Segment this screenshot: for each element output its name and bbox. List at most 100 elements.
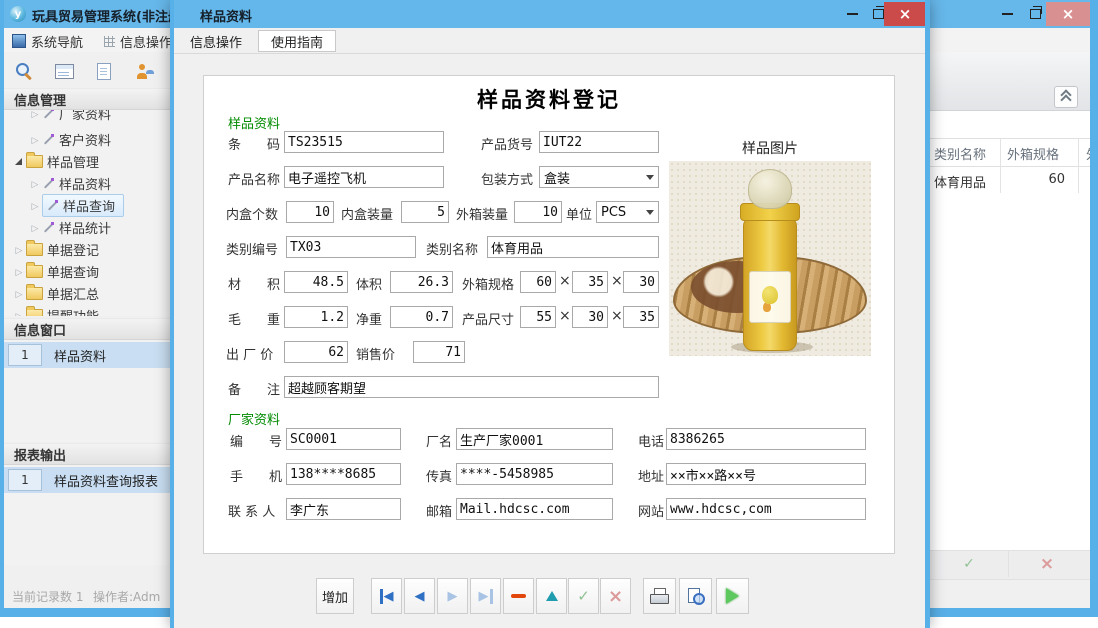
label-product-name: 产品名称 [228,169,280,188]
main-restore-button[interactable] [1024,7,1046,21]
document-button[interactable] [86,56,122,86]
grid-cell-category[interactable]: 体育用品 [934,172,986,191]
tree-item-factory-data[interactable]: 厂家资料 [4,110,170,124]
check-icon [577,587,590,605]
grid-header-carton-spec[interactable]: 外箱规格 [1007,144,1059,163]
nav-prev-button[interactable] [404,578,435,614]
vendor-name-input[interactable] [456,428,613,450]
cat-no-input[interactable] [286,236,416,258]
product-no-input[interactable] [539,131,659,153]
delete-record-button[interactable] [503,578,534,614]
tab-info-operation[interactable]: 信息操作 [98,30,178,52]
tree-item-order-summary[interactable]: 单据汇总 [4,282,170,304]
sidebar-section-info-management[interactable]: 信息管理 [4,88,170,110]
address-input[interactable] [666,463,866,485]
info-window-item[interactable]: 1 样品资料 [4,342,170,368]
nav-last-button[interactable] [470,578,501,614]
website-input[interactable] [666,498,866,520]
tree-item-order-query[interactable]: 单据查询 [4,260,170,282]
nav-next-icon [448,589,458,604]
fax-input[interactable] [456,463,613,485]
nav-next-button[interactable] [437,578,468,614]
expander-icon [28,198,42,213]
printer-icon [650,588,669,604]
tree-label: 样品统计 [59,218,111,237]
grid-cancel-button[interactable] [1008,551,1086,577]
carton-size-l-input[interactable] [520,271,556,293]
remark-input[interactable] [284,376,659,398]
carton-size-w-input[interactable] [572,271,608,293]
product-size-h-input[interactable] [623,306,659,328]
x-icon [608,586,623,607]
tree-item-sample-query[interactable]: 样品查询 [4,194,170,216]
window-border-left [0,0,4,617]
product-size-w-input[interactable] [572,306,608,328]
product-size-l-input[interactable] [520,306,556,328]
main-minimize-button[interactable] [996,7,1018,21]
grid-header-category-name[interactable]: 类别名称 [934,144,986,163]
inner-qty-input[interactable] [286,201,334,223]
status-operator: 操作者:Adm [93,588,160,605]
edit-record-button[interactable] [536,578,567,614]
volume-input[interactable] [390,271,453,293]
sample-picture [669,161,871,356]
dialog-minimize-button[interactable] [842,7,862,21]
minimize-icon [1002,13,1013,15]
section-label-sample: 样品资料 [228,113,280,132]
report-item[interactable]: 1 样品资料查询报表 [4,467,170,493]
expander-icon [28,110,42,121]
ribbon-collapse-button[interactable] [1054,86,1078,108]
label-inner-qty: 内盒个数 [226,204,278,223]
net-weight-input[interactable] [390,306,453,328]
tree-item-customer-data[interactable]: 客户资料 [4,128,170,150]
cuft-input[interactable] [284,271,348,293]
folder-icon [26,243,43,256]
label-gross-weight: 毛 重 [228,309,280,328]
add-button[interactable]: 增加 [316,578,354,614]
minimize-icon [847,13,858,15]
tree-item-sample-management[interactable]: 样品管理 [4,150,170,172]
mobile-input[interactable] [286,463,401,485]
tree-item-reminder[interactable]: 提醒功能 [4,304,170,316]
tab-system-nav[interactable]: 系统导航 [6,30,89,52]
factory-price-input[interactable] [284,341,348,363]
cancel-record-button[interactable] [600,578,631,614]
dialog-close-button[interactable] [884,2,926,26]
sidebar-section-report-output[interactable]: 报表输出 [4,443,170,465]
sidebar-section-info-window[interactable]: 信息窗口 [4,318,170,340]
cat-name-input[interactable] [487,236,659,258]
user-button[interactable] [126,56,162,86]
unit-select[interactable]: PCS [596,201,659,223]
tree-item-sample-stats[interactable]: 样品统计 [4,216,170,238]
print-button[interactable] [643,578,676,614]
nav-first-button[interactable] [371,578,402,614]
packing-select[interactable]: 盒装 [539,166,659,188]
dialog-tab-user-guide[interactable]: 使用指南 [258,30,336,52]
search-button[interactable] [6,56,42,86]
post-record-button[interactable] [568,578,599,614]
run-button[interactable] [716,578,749,614]
expander-icon [28,220,42,235]
phone-input[interactable] [666,428,866,450]
gross-weight-input[interactable] [284,306,348,328]
print-preview-button[interactable] [679,578,712,614]
barcode-input[interactable] [284,131,444,153]
folder-icon [26,265,43,278]
grid-cell-carton-spec[interactable]: 60 [1003,172,1065,187]
dialog-tab-info-operation[interactable]: 信息操作 [178,30,254,52]
carton-pack-input[interactable] [514,201,562,223]
nav-square-icon [12,34,26,48]
tree-item-order-register[interactable]: 单据登记 [4,238,170,260]
grid-post-button[interactable] [930,551,1008,577]
tree-item-sample-data[interactable]: 样品资料 [4,172,170,194]
picture-label: 样品图片 [669,138,871,158]
email-input[interactable] [456,498,613,520]
product-name-input[interactable] [284,166,444,188]
inner-pack-input[interactable] [401,201,449,223]
vendor-no-input[interactable] [286,428,401,450]
list-view-button[interactable] [46,56,82,86]
carton-size-h-input[interactable] [623,271,659,293]
main-close-button[interactable] [1046,2,1090,26]
contact-input[interactable] [286,498,401,520]
sale-price-input[interactable] [413,341,465,363]
